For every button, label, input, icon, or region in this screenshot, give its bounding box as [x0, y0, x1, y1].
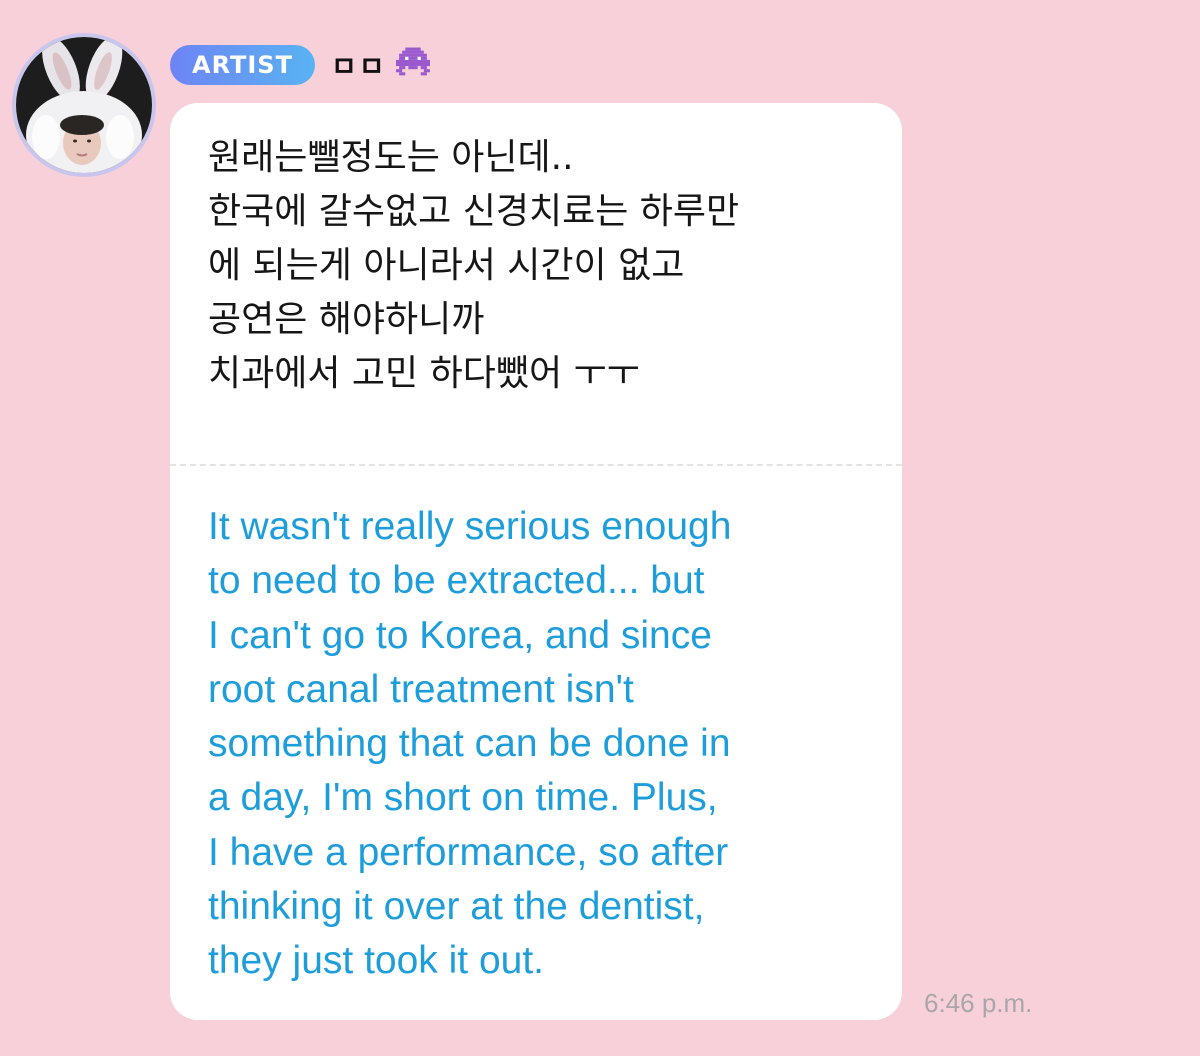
translation-divider: [170, 464, 902, 466]
message-bubble[interactable]: 원래는뺄정도는 아닌데.. 한국에 갈수없고 신경치료는 하루만 에 되는게 아…: [170, 103, 902, 1020]
artist-badge: ARTIST: [170, 45, 315, 85]
message-translation: It wasn't really serious enough to need …: [208, 505, 732, 983]
message-header: ARTIST ㅁㅁ: [170, 45, 431, 85]
alien-monster-icon: [396, 47, 431, 83]
avatar[interactable]: [16, 37, 152, 173]
message-text-korean: 원래는뺄정도는 아닌데.. 한국에 갈수없고 신경치료는 하루만 에 되는게 아…: [208, 137, 740, 394]
message-timestamp: 6:46 p.m.: [924, 988, 1033, 1018]
avatar-photo: [16, 37, 152, 173]
sender-name[interactable]: ㅁㅁ: [331, 45, 387, 85]
